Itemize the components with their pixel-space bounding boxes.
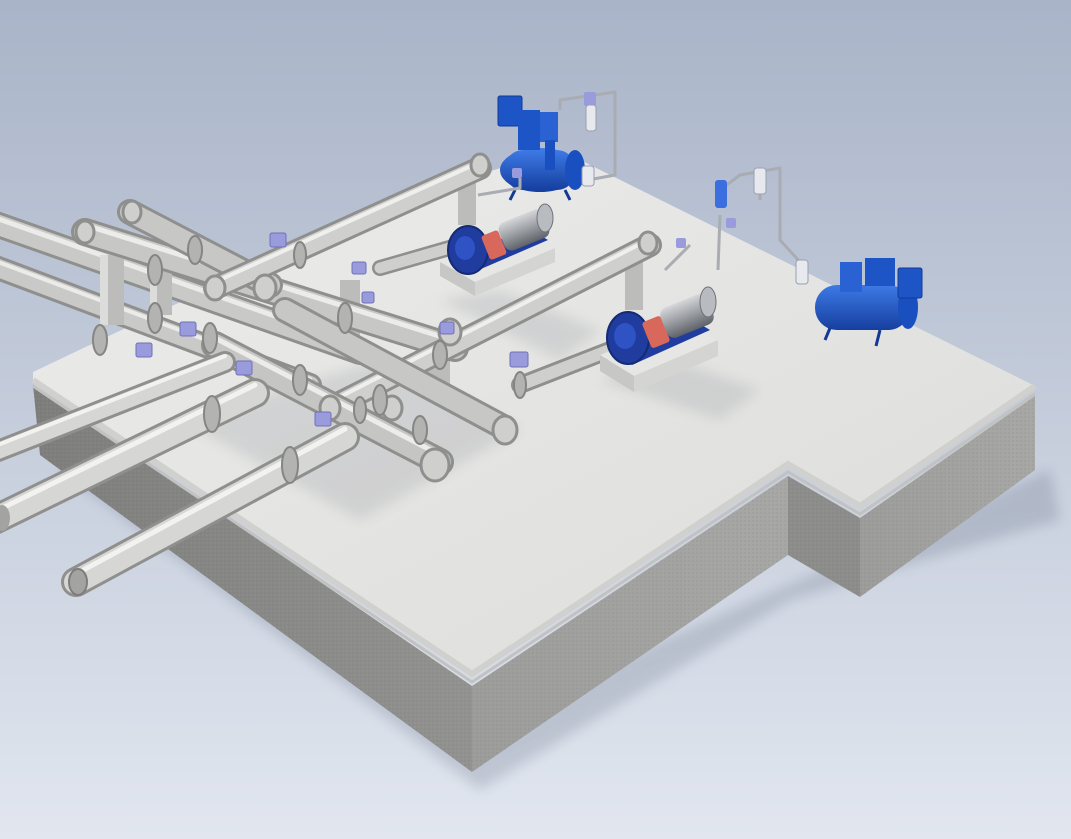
valve-8: [509, 351, 529, 368]
valve-9: [361, 291, 375, 304]
valve-5: [269, 232, 287, 248]
valve-3: [235, 360, 253, 376]
valve-2: [179, 321, 197, 337]
pump-station-render: [0, 0, 1071, 839]
valve-6: [351, 261, 367, 275]
valve-7: [439, 321, 455, 335]
valve-4: [314, 411, 332, 427]
render-canvas: [0, 0, 1071, 839]
valve-1: [135, 342, 153, 358]
